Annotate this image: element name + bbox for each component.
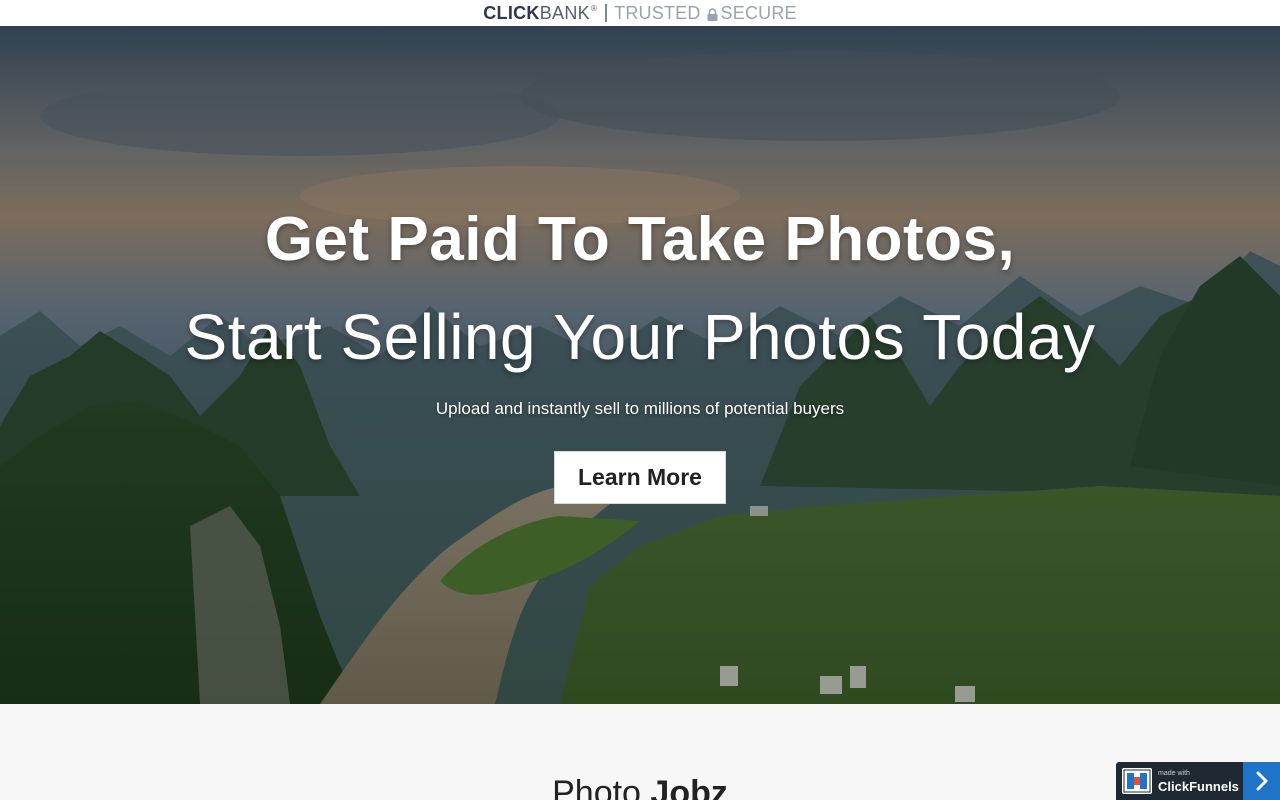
registered-mark: ® xyxy=(590,4,598,13)
hero-content: Get Paid To Take Photos, Start Selling Y… xyxy=(0,26,1280,704)
clickbank-logo-bold: CLICK xyxy=(483,3,540,23)
clickfunnels-badge-text: made with ClickFunnels xyxy=(1158,770,1239,793)
trust-divider xyxy=(605,4,608,22)
hero-section: Get Paid To Take Photos, Start Selling Y… xyxy=(0,26,1280,704)
clickfunnels-badge[interactable]: made with ClickFunnels xyxy=(1116,762,1280,800)
clickfunnels-name: ClickFunnels xyxy=(1158,778,1239,794)
clickbank-logo-light: BANK xyxy=(539,3,590,23)
secure-label: SECURE xyxy=(720,2,797,23)
section-title-light: Photo xyxy=(552,774,641,800)
trust-bar: CLICK BANK ® TRUSTED SECURE xyxy=(0,0,1280,26)
chevron-right-icon[interactable] xyxy=(1243,762,1280,800)
photo-jobz-section: Photo Jobz xyxy=(0,704,1280,800)
hero-subtitle: Start Selling Your Photos Today xyxy=(184,301,1096,373)
section-title-bold: Jobz xyxy=(650,774,728,800)
clickfunnels-badge-body: made with ClickFunnels xyxy=(1116,762,1243,800)
section-title: Photo Jobz xyxy=(0,776,1280,800)
lock-icon xyxy=(707,7,718,21)
made-with-label: made with xyxy=(1158,769,1190,777)
hero-tagline: Upload and instantly sell to millions of… xyxy=(435,399,845,418)
learn-more-button[interactable]: Learn More xyxy=(554,451,726,504)
clickbank-logo: CLICK BANK ® xyxy=(483,4,597,22)
hero-title: Get Paid To Take Photos, xyxy=(264,205,1016,274)
clickfunnels-logo-icon xyxy=(1122,768,1152,794)
trusted-label: TRUSTED xyxy=(614,2,701,23)
